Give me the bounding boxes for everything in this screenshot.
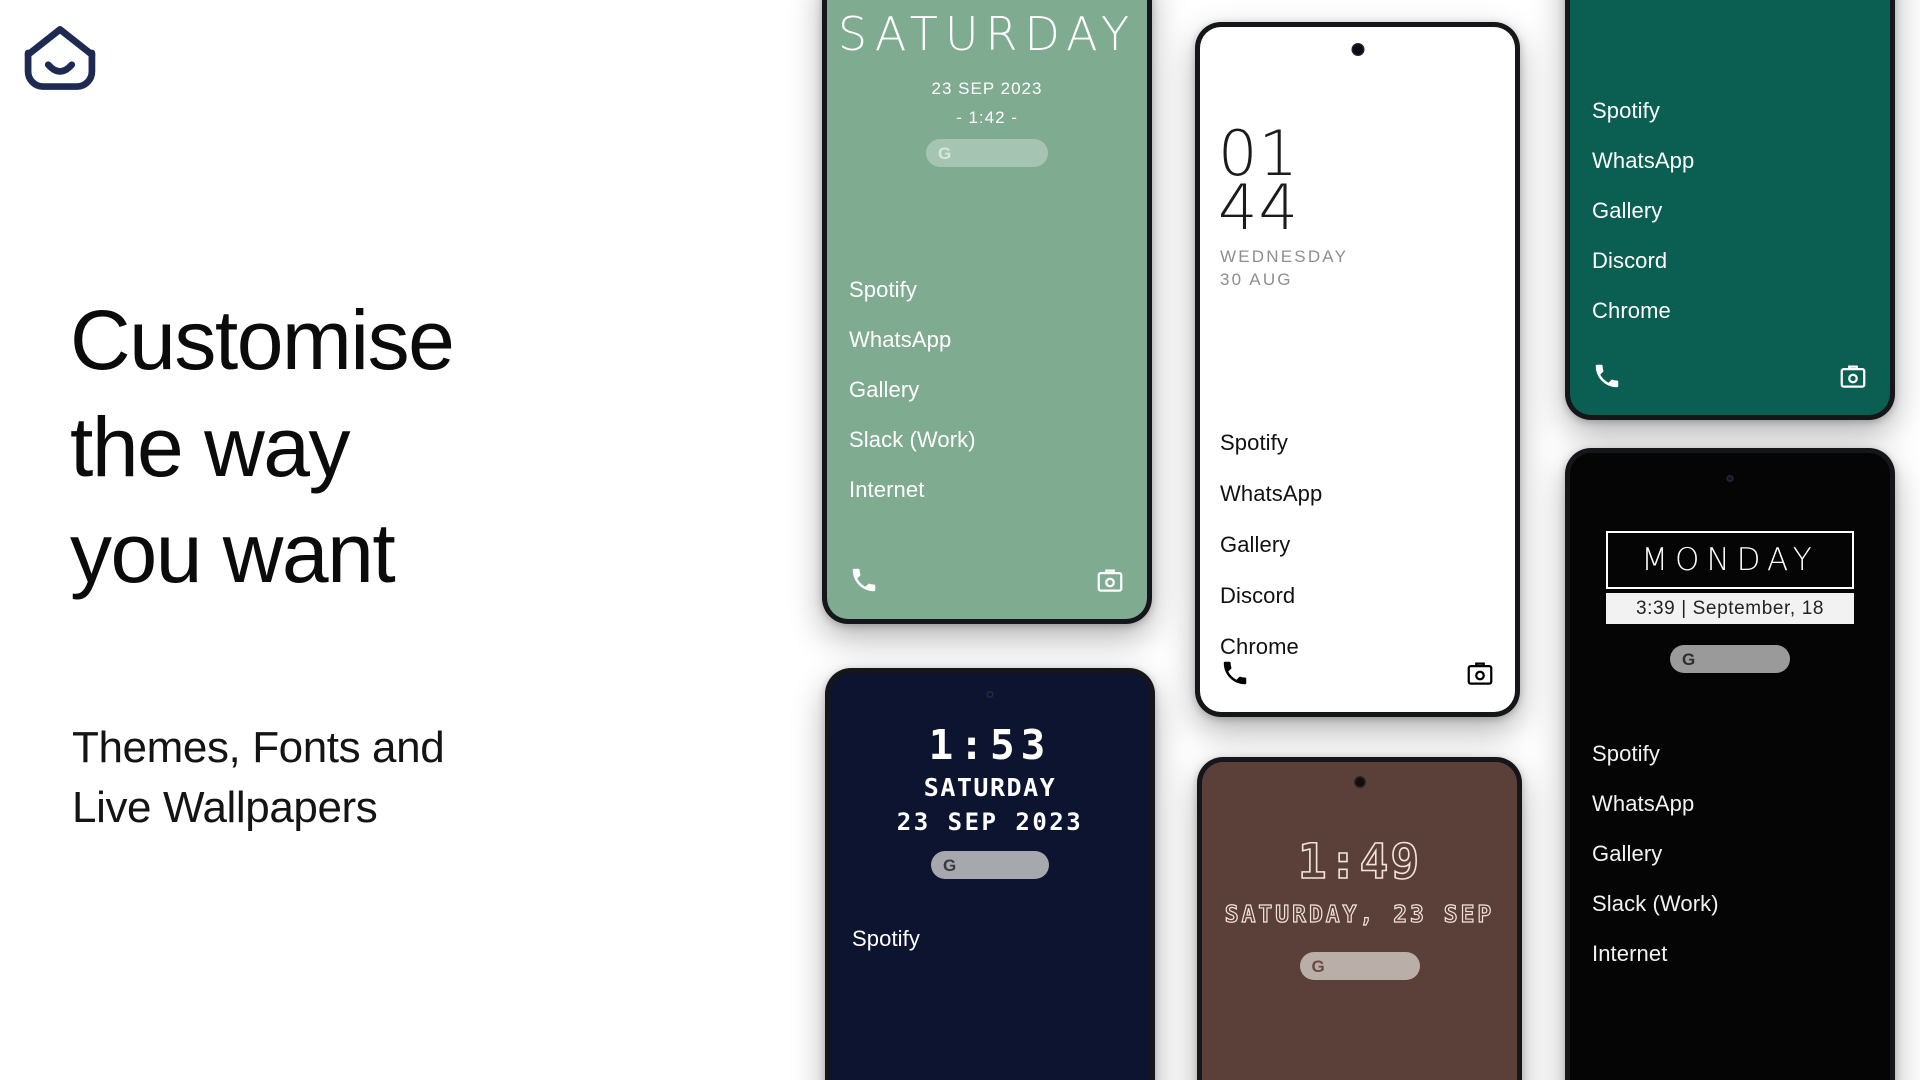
phone-screen: 1:53 SATURDAY 23 SEP 2023 G Spotify	[830, 673, 1150, 1080]
app-list-item[interactable]: Spotify	[849, 279, 1147, 301]
widget-date-label: 23 SEP 2023	[931, 79, 1043, 98]
search-pill-wrap: G	[1570, 645, 1890, 673]
app-list-item[interactable]: Gallery	[849, 379, 1147, 401]
app-list-item[interactable]: Spotify	[1592, 100, 1890, 122]
google-icon: G	[943, 855, 957, 875]
widget-day-label: SATURDAY	[837, 7, 1137, 61]
app-list-item[interactable]: Gallery	[1592, 200, 1890, 222]
app-list: Spotify	[852, 928, 1150, 978]
app-list-item[interactable]: Gallery	[1592, 843, 1890, 865]
phone-mockup-mint-saturday: SATURDAY 23 SEP 2023 - 1:42 - G Spotify …	[822, 0, 1152, 624]
app-list-item[interactable]: Internet	[1592, 943, 1890, 965]
phone-screen: 01 44 WEDNESDAY 30 AUG Spotify WhatsApp …	[1200, 27, 1515, 712]
house-smile-logo[interactable]	[18, 16, 102, 100]
app-list-item[interactable]: WhatsApp	[1592, 150, 1890, 172]
app-list-item[interactable]: Chrome	[1220, 636, 1515, 658]
page-title: Customise the way you want	[70, 287, 455, 607]
front-camera-icon	[1353, 776, 1366, 788]
app-list-item[interactable]: Discord	[1592, 250, 1890, 272]
app-list-item[interactable]: WhatsApp	[849, 329, 1147, 351]
phone-mockup-black-monday: MONDAY 3:39 | September, 18 G Spotify Wh…	[1565, 448, 1895, 1080]
headline-line-3: you want	[70, 506, 396, 601]
widget-time-date-label: 3:39 | September, 18	[1606, 593, 1854, 624]
phone-screen: MONDAY 3:39 | September, 18 G Spotify Wh…	[1570, 453, 1890, 1080]
widget-date-label: 23 SEP 2023	[896, 808, 1084, 836]
subheadline-line-2: Live Wallpapers	[72, 782, 378, 832]
phone-screen: SATURDAY 23 SEP 2023 - 1:42 - G Spotify …	[827, 0, 1147, 619]
app-list-item[interactable]: Internet	[849, 479, 1147, 501]
widget-day-label: MONDAY	[1606, 531, 1854, 589]
app-list: Spotify WhatsApp Gallery Discord Chrome	[1592, 100, 1890, 350]
phone-screen: Spotify WhatsApp Gallery Discord Chrome	[1570, 0, 1890, 415]
dock-row	[1220, 658, 1495, 688]
dock-row	[849, 565, 1125, 595]
search-pill-wrap: G	[827, 139, 1147, 167]
google-search-pill[interactable]: G	[931, 851, 1049, 879]
google-search-pill[interactable]: G	[1299, 952, 1420, 980]
app-list-item[interactable]: Gallery	[1220, 534, 1515, 556]
front-camera-icon	[1351, 43, 1364, 56]
phone-mockup-white-minimal: 01 44 WEDNESDAY 30 AUG Spotify WhatsApp …	[1195, 22, 1520, 717]
app-list: Spotify WhatsApp Gallery Slack (Work) In…	[1592, 743, 1890, 993]
search-pill-wrap: G	[1202, 952, 1517, 980]
phone-mockup-teal: Spotify WhatsApp Gallery Discord Chrome	[1565, 0, 1895, 420]
google-icon: G	[1682, 649, 1696, 669]
widget-time-label: - 1:42 -	[956, 108, 1018, 127]
dock-row	[1592, 361, 1868, 391]
widget-time-label: 1:53	[928, 721, 1052, 769]
phone-mockup-navy-pixel: 1:53 SATURDAY 23 SEP 2023 G Spotify	[825, 668, 1155, 1080]
google-search-pill[interactable]: G	[926, 139, 1048, 167]
camera-icon[interactable]	[1838, 361, 1868, 391]
widget-date-label: 30 AUG	[1220, 270, 1293, 289]
app-list-item[interactable]: Chrome	[1592, 300, 1890, 322]
app-list: Spotify WhatsApp Gallery Discord Chrome	[1220, 432, 1515, 687]
headline-line-2: the way	[70, 399, 351, 494]
page-root: Customise the way you want Themes, Fonts…	[0, 0, 1920, 1080]
camera-icon[interactable]	[1095, 565, 1125, 595]
phone-icon[interactable]	[1220, 658, 1250, 688]
phone-mockup-brown-outline: 1:49 SATURDAY, 23 SEP G	[1197, 757, 1522, 1080]
app-list-item[interactable]: Slack (Work)	[1592, 893, 1890, 915]
app-list-item[interactable]: WhatsApp	[1220, 483, 1515, 505]
search-pill-wrap: G	[830, 851, 1150, 879]
front-camera-icon	[986, 691, 994, 698]
widget-minutes: 44	[1218, 171, 1299, 244]
phone-screen: 1:49 SATURDAY, 23 SEP G	[1202, 762, 1517, 1080]
app-list-item[interactable]: Spotify	[852, 928, 1150, 950]
google-icon: G	[1311, 956, 1325, 976]
app-list-item[interactable]: Discord	[1220, 585, 1515, 607]
phone-icon[interactable]	[849, 565, 879, 595]
page-subtitle: Themes, Fonts and Live Wallpapers	[72, 718, 445, 838]
app-list-item[interactable]: Spotify	[1220, 432, 1515, 454]
widget-time-label: 1:49	[1297, 833, 1422, 891]
app-list: Spotify WhatsApp Gallery Slack (Work) In…	[849, 279, 1147, 529]
widget-date-label: SATURDAY, 23 SEP	[1224, 901, 1495, 928]
phone-icon[interactable]	[1592, 361, 1622, 391]
app-list-item[interactable]: Slack (Work)	[849, 429, 1147, 451]
camera-icon[interactable]	[1465, 658, 1495, 688]
front-camera-icon	[1726, 475, 1734, 482]
google-search-pill[interactable]: G	[1670, 645, 1790, 673]
app-list-item[interactable]: Spotify	[1592, 743, 1890, 765]
google-icon: G	[938, 143, 952, 163]
app-list-item[interactable]: WhatsApp	[1592, 793, 1890, 815]
widget-day-label: WEDNESDAY	[1220, 247, 1349, 266]
widget-day-label: SATURDAY	[923, 773, 1057, 802]
headline-line-1: Customise	[70, 293, 455, 387]
subheadline-line-1: Themes, Fonts and	[72, 723, 445, 772]
